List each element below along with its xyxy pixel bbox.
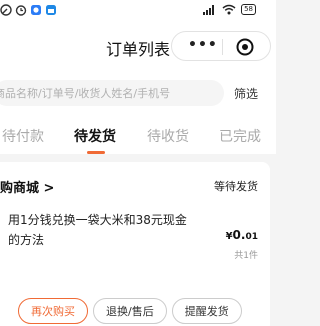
nav-bar: 订单列表 ••• xyxy=(0,22,276,70)
status-left-icons xyxy=(0,4,57,16)
battery-indicator: 58 xyxy=(241,4,256,15)
tab-pending-receipt[interactable]: 待收货 xyxy=(147,126,189,146)
status-bar: 58 xyxy=(0,0,276,22)
refund-button[interactable]: 退换/售后 xyxy=(93,298,167,324)
wifi-icon xyxy=(222,4,236,15)
goods-title[interactable]: 用1分钱兑换一袋大米和38元现金的方法 xyxy=(8,210,198,250)
order-actions: 再次购买 退换/售后 提醒发货 xyxy=(18,298,242,324)
miniprogram-capsule: ••• xyxy=(171,31,271,61)
filter-button[interactable]: 筛选 xyxy=(234,85,258,102)
signal-icon xyxy=(203,4,215,15)
rebuy-button[interactable]: 再次购买 xyxy=(18,298,88,324)
price-decimal: 01 xyxy=(245,232,258,242)
close-miniprogram-icon[interactable] xyxy=(236,38,254,56)
tab-pending-payment[interactable]: 待付款 xyxy=(2,126,44,146)
chevron-right-icon: > xyxy=(43,181,55,196)
shop-name[interactable]: 购商城 > xyxy=(0,177,54,196)
compass-icon xyxy=(0,4,12,16)
search-input[interactable] xyxy=(0,80,214,106)
price-block: ¥0.01 共1件 xyxy=(226,228,258,261)
search-row: 筛选 xyxy=(0,70,276,116)
remind-shipment-button[interactable]: 提醒发货 xyxy=(171,298,242,324)
order-quantity: 共1件 xyxy=(234,251,258,261)
price-currency: ¥ xyxy=(225,231,233,242)
more-options-icon[interactable]: ••• xyxy=(188,37,218,53)
order-status-tabs: 待付款 待发货 待收货 已完成 xyxy=(0,116,276,154)
order-card[interactable]: 购商城 > 等待发货 用1分钱兑换一袋大米和38元现金的方法 ¥0.01 共1件… xyxy=(0,162,270,326)
order-price: ¥0.01 xyxy=(226,228,258,242)
price-integer: 0. xyxy=(232,228,246,242)
tab-completed[interactable]: 已完成 xyxy=(219,126,261,146)
capsule-divider xyxy=(222,39,223,55)
app-notification-icon-2 xyxy=(46,5,56,15)
order-status-label: 等待发货 xyxy=(214,180,258,193)
search-box[interactable] xyxy=(0,80,224,106)
app-notification-icon xyxy=(31,5,41,15)
shop-name-label: 购商城 xyxy=(0,181,40,196)
status-right-icons: 58 xyxy=(203,4,256,15)
tab-pending-shipment[interactable]: 待发货 xyxy=(74,126,116,146)
alarm-icon xyxy=(15,5,27,16)
active-tab-indicator xyxy=(87,151,105,154)
